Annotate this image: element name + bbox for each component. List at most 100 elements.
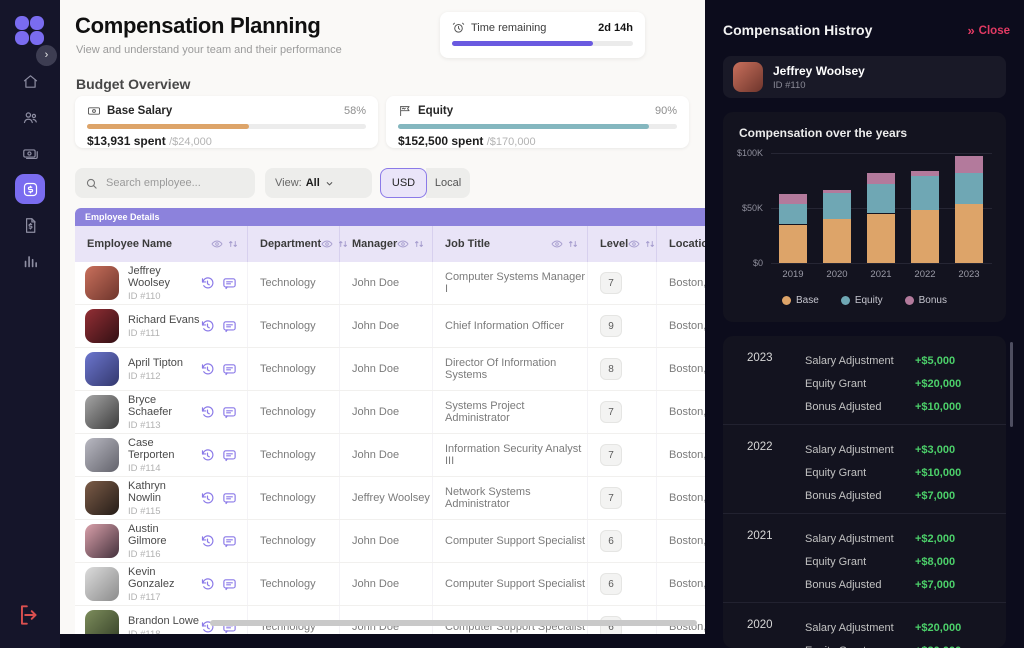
department-cell: Technology [248, 520, 340, 562]
sidebar-item-home[interactable] [15, 66, 45, 96]
avatar [85, 352, 119, 386]
column-header-department[interactable]: Department [248, 226, 340, 262]
currency-usd-button[interactable]: USD [380, 168, 427, 198]
column-header-job-title[interactable]: Job Title [433, 226, 588, 262]
team-icon [22, 109, 39, 126]
manager-cell: John Doe [340, 391, 433, 433]
sort-icon[interactable] [567, 238, 579, 250]
history-icon[interactable] [200, 362, 215, 377]
sidebar-item-analytics[interactable] [15, 246, 45, 276]
manager-cell: John Doe [340, 520, 433, 562]
eye-icon[interactable] [551, 238, 563, 250]
table-row[interactable]: Kevin GonzalezID #117TechnologyJohn DoeC… [75, 563, 705, 606]
panel-scrollbar[interactable] [1010, 342, 1013, 427]
table-row[interactable]: Jeffrey WoolseyID #110TechnologyJohn Doe… [75, 262, 705, 305]
employee-name-cell: Bryce SchaeferID #113 [75, 391, 248, 433]
employee-name-cell: Jeffrey WoolseyID #110 [75, 262, 248, 304]
comment-icon[interactable] [222, 276, 237, 291]
comment-icon[interactable] [222, 448, 237, 463]
logout-button[interactable] [16, 602, 42, 628]
history-icon[interactable] [200, 448, 215, 463]
avatar [85, 395, 119, 429]
page-title: Compensation Planning [75, 13, 321, 39]
history-icon[interactable] [200, 491, 215, 506]
time-remaining-label: Time remaining [471, 22, 546, 34]
employee-name-cell: April TiptonID #112 [75, 348, 248, 390]
currency-local-button[interactable]: Local [426, 168, 470, 198]
column-header-employee-name[interactable]: Employee Name [75, 226, 248, 262]
legend-item: Bonus [905, 295, 947, 306]
close-panel-button[interactable]: » Close [967, 24, 1010, 37]
sort-icon[interactable] [413, 238, 425, 250]
job-title-cell: Computer Support Specialist [433, 563, 588, 605]
comment-icon[interactable] [222, 491, 237, 506]
avatar [733, 62, 763, 92]
history-icon[interactable] [200, 276, 215, 291]
column-label: Job Title [445, 238, 490, 250]
history-icon[interactable] [200, 577, 215, 592]
comment-icon[interactable] [222, 534, 237, 549]
location-cell: Boston, MA [657, 348, 705, 390]
table-row[interactable]: Kathryn NowlinID #115TechnologyJeffrey W… [75, 477, 705, 520]
eye-icon[interactable] [321, 238, 333, 250]
avatar [85, 610, 119, 634]
history-icon[interactable] [200, 319, 215, 334]
table-row[interactable]: Richard EvansID #111TechnologyJohn DoeCh… [75, 305, 705, 348]
horizontal-scrollbar[interactable] [210, 620, 697, 626]
sidebar-item-compensation[interactable] [15, 174, 45, 204]
table-row[interactable]: Case TerportenID #114TechnologyJohn DoeI… [75, 434, 705, 477]
manager-cell: John Doe [340, 348, 433, 390]
location-cell: Boston, MA [657, 477, 705, 519]
column-header-location[interactable]: Location [657, 226, 705, 262]
sidebar-expand-button[interactable]: › [36, 45, 57, 66]
level-cell: 7 [588, 434, 657, 476]
view-filter-dropdown[interactable]: View: All [265, 168, 372, 198]
history-year-group: 2022Salary Adjustment+$3,000Equity Grant… [723, 425, 1006, 514]
logout-icon [16, 602, 42, 628]
department-cell: Technology [248, 262, 340, 304]
eye-icon[interactable] [211, 238, 223, 250]
search-employee-field[interactable] [75, 168, 255, 198]
adjustment-label: Bonus Adjusted [805, 579, 915, 591]
table-row[interactable]: Bryce SchaeferID #113TechnologyJohn DoeS… [75, 391, 705, 434]
table-row[interactable]: Austin GilmoreID #116TechnologyJohn DoeC… [75, 520, 705, 563]
search-input[interactable] [104, 176, 245, 190]
sidebar-item-team[interactable] [15, 102, 45, 132]
column-header-manager[interactable]: Manager [340, 226, 433, 262]
department-cell: Technology [248, 305, 340, 347]
compensation-history-panel: Compensation Histroy » Close Jeffrey Woo… [705, 0, 1024, 648]
column-label: Manager [352, 238, 397, 250]
legend-dot-icon [841, 296, 850, 305]
sidebar-item-payroll[interactable] [15, 138, 45, 168]
sidebar-item-billing[interactable] [15, 210, 45, 240]
employee-name: April Tipton [128, 357, 183, 369]
column-label: Level [600, 238, 628, 250]
bar-segment-base [867, 214, 895, 264]
budget-card-spent: $152,500 spent [398, 134, 483, 148]
history-icon[interactable] [200, 405, 215, 420]
banknote-icon [87, 104, 101, 118]
eye-icon[interactable] [397, 238, 409, 250]
employee-id: ID #110 [128, 291, 200, 302]
legend-dot-icon [782, 296, 791, 305]
budget-card-base-salary: Base Salary 58% $13,931 spent /$24,000 [75, 96, 378, 148]
employee-id: ID #111 [128, 328, 200, 339]
table-row[interactable]: April TiptonID #112TechnologyJohn DoeDir… [75, 348, 705, 391]
sort-icon[interactable] [644, 238, 656, 250]
location-cell: Boston, MA [657, 434, 705, 476]
column-header-level[interactable]: Level [588, 226, 657, 262]
employee-id: ID #115 [128, 506, 200, 517]
comment-icon[interactable] [222, 362, 237, 377]
comment-icon[interactable] [222, 319, 237, 334]
adjustment-label: Salary Adjustment [805, 622, 915, 634]
history-icon[interactable] [200, 534, 215, 549]
bar-segment-base [955, 204, 983, 263]
employee-name: Case Terporten [128, 437, 200, 461]
comment-icon[interactable] [222, 405, 237, 420]
column-label: Department [260, 238, 321, 250]
comment-icon[interactable] [222, 577, 237, 592]
selected-employee-card: Jeffrey Woolsey ID #110 [723, 56, 1006, 98]
table-body: Jeffrey WoolseyID #110TechnologyJohn Doe… [75, 262, 705, 634]
eye-icon[interactable] [628, 238, 640, 250]
sort-icon[interactable] [227, 238, 239, 250]
